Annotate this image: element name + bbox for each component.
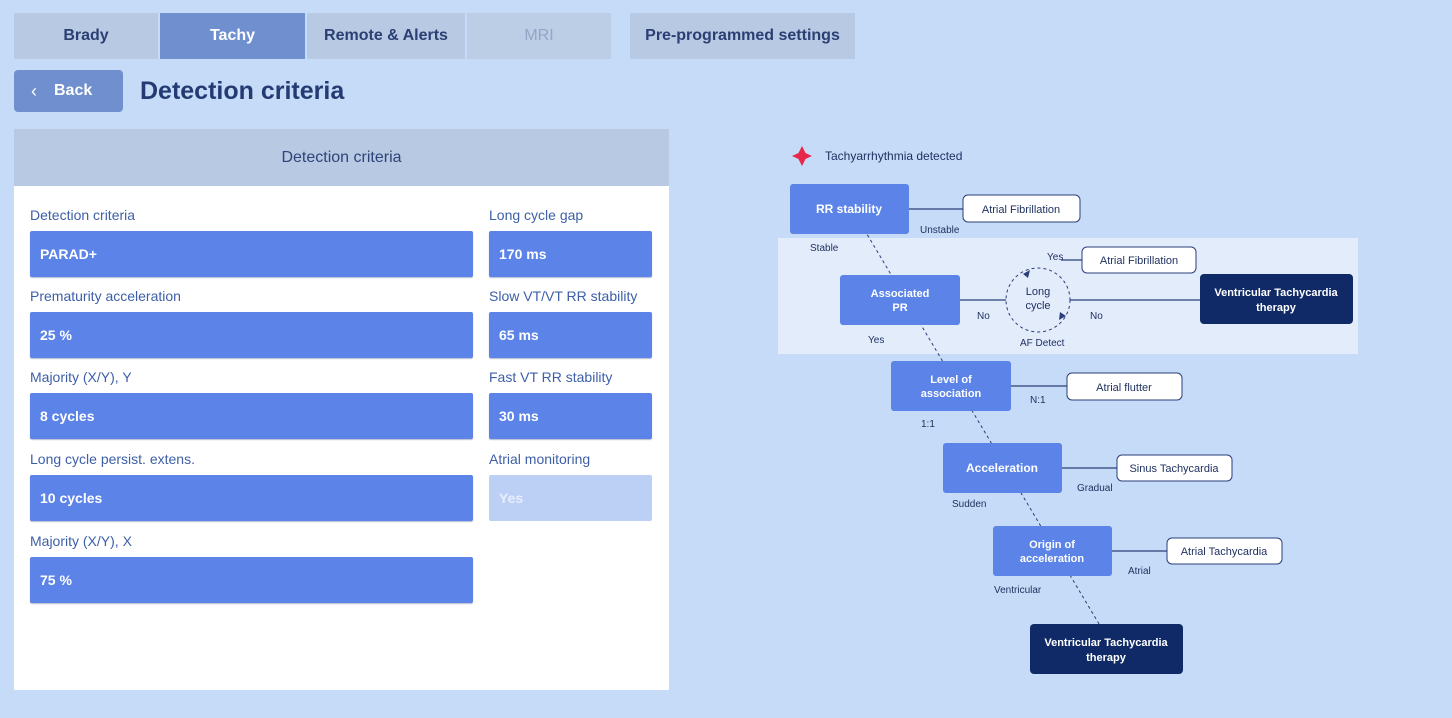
edge-label-no-left: No xyxy=(977,311,990,322)
edge-label-af-detect: AF Detect xyxy=(1020,338,1065,349)
vt-therapy-top-line1: Ventricular Tachycardia xyxy=(1214,287,1338,299)
back-button[interactable]: ‹ Back xyxy=(14,70,123,112)
tab-tachy[interactable]: Tachy xyxy=(160,13,305,59)
chevron-left-icon: ‹ xyxy=(31,80,37,101)
tab-mri[interactable]: MRI xyxy=(467,13,611,59)
long-cycle-persist-value[interactable]: 10 cycles xyxy=(30,475,473,521)
edge-label-atrial: Atrial xyxy=(1128,566,1151,577)
long-cycle-gap-value[interactable]: 170 ms xyxy=(489,231,652,277)
prematurity-acceleration-value[interactable]: 25 % xyxy=(30,312,473,358)
edge-label-stable: Stable xyxy=(810,243,839,254)
node-acceleration: Acceleration xyxy=(943,443,1062,493)
slow-vt-rr-stability-value[interactable]: 65 ms xyxy=(489,312,652,358)
node-level-line2: association xyxy=(921,388,982,400)
back-button-label: Back xyxy=(54,82,93,99)
node-vt-therapy-top: Ventricular Tachycardia therapy xyxy=(1200,274,1353,324)
detection-flowchart: Tachyarrhythmia detected RR stability As… xyxy=(778,146,1358,674)
outcome-atrial-fibrillation-1: Atrial Fibrillation xyxy=(962,194,1081,223)
vt-therapy-bottom-line1: Ventricular Tachycardia xyxy=(1044,637,1168,649)
tab-brady[interactable]: Brady xyxy=(14,13,158,59)
vt-therapy-top-line2: therapy xyxy=(1256,302,1297,314)
node-acceleration-label: Acceleration xyxy=(966,461,1038,475)
node-origin-line1: Origin of xyxy=(1029,539,1075,551)
outcome-sinus-label: Sinus Tachycardia xyxy=(1129,463,1219,475)
edge-label-n1: N:1 xyxy=(1030,395,1046,406)
outcome-sinus-tachycardia: Sinus Tachycardia xyxy=(1116,454,1233,482)
detection-criteria-value[interactable]: PARAD+ xyxy=(30,231,473,277)
tab-pre-programmed-settings[interactable]: Pre-programmed settings xyxy=(630,13,855,59)
node-vt-therapy-bottom: Ventricular Tachycardia therapy xyxy=(1030,624,1183,674)
fast-vt-rr-stability-value[interactable]: 30 ms xyxy=(489,393,652,439)
long-cycle-persist-label: Long cycle persist. extens. xyxy=(30,451,195,467)
prematurity-acceleration-label: Prematurity acceleration xyxy=(30,288,181,304)
node-rr-stability-label: RR stability xyxy=(816,202,882,216)
node-origin-line2: acceleration xyxy=(1020,553,1084,565)
outcome-atrial-tachycardia: Atrial Tachycardia xyxy=(1166,537,1283,565)
edge-label-yes-top: Yes xyxy=(1047,252,1063,263)
tab-remote-alerts[interactable]: Remote & Alerts xyxy=(307,13,465,59)
node-long-cycle-line1: Long xyxy=(1026,286,1050,298)
node-level-of-association: Level of association xyxy=(891,361,1011,411)
start-label: Tachyarrhythmia detected xyxy=(825,149,962,163)
node-long-cycle-line2: cycle xyxy=(1025,300,1050,312)
majority-x-label: Majority (X/Y), X xyxy=(30,533,132,549)
atrial-monitoring-label: Atrial monitoring xyxy=(489,451,591,467)
node-associated-pr-line1: Associated xyxy=(871,288,930,300)
detection-criteria-panel: Detection criteria Detection criteria PA… xyxy=(14,129,669,690)
edge-label-sudden: Sudden xyxy=(952,499,986,510)
atrial-monitoring-value: Yes xyxy=(489,475,652,521)
node-rr-stability: RR stability xyxy=(790,184,909,234)
page-title: Detection criteria xyxy=(140,76,345,105)
majority-y-label: Majority (X/Y), Y xyxy=(30,369,132,385)
outcome-af2-label: Atrial Fibrillation xyxy=(1100,255,1178,267)
outcome-af1-label: Atrial Fibrillation xyxy=(982,204,1060,216)
edge-label-ventricular: Ventricular xyxy=(994,585,1042,596)
edge-label-gradual: Gradual xyxy=(1077,483,1113,494)
node-origin-of-acceleration: Origin of acceleration xyxy=(993,526,1112,576)
outcome-flutter-label: Atrial flutter xyxy=(1096,382,1152,394)
vt-therapy-bottom-line2: therapy xyxy=(1086,652,1127,664)
fast-vt-rr-stability-label: Fast VT RR stability xyxy=(489,369,613,385)
majority-y-value[interactable]: 8 cycles xyxy=(30,393,473,439)
majority-x-value[interactable]: 75 % xyxy=(30,557,473,603)
outcome-at-label: Atrial Tachycardia xyxy=(1181,546,1268,558)
node-associated-pr: Associated PR xyxy=(840,275,960,325)
outcome-atrial-fibrillation-2: Atrial Fibrillation xyxy=(1081,246,1197,274)
edge-label-yes-bottom: Yes xyxy=(868,335,884,346)
edge-label-1-1: 1:1 xyxy=(921,419,935,430)
panel-header: Detection criteria xyxy=(14,129,669,186)
slow-vt-rr-stability-label: Slow VT/VT RR stability xyxy=(489,288,638,304)
star-start-icon xyxy=(792,146,812,166)
node-associated-pr-line2: PR xyxy=(892,302,907,314)
edge-label-unstable: Unstable xyxy=(920,225,960,236)
outcome-atrial-flutter: Atrial flutter xyxy=(1066,372,1183,401)
edge-label-no-right: No xyxy=(1090,311,1103,322)
detection-criteria-label: Detection criteria xyxy=(30,207,136,223)
long-cycle-gap-label: Long cycle gap xyxy=(489,207,584,223)
node-level-line1: Level of xyxy=(930,374,972,386)
